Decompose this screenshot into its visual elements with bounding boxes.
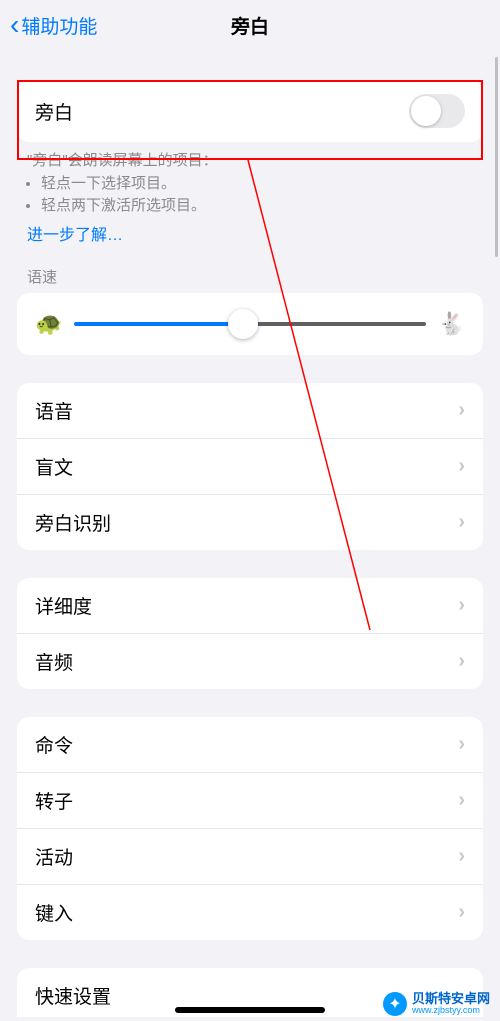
rabbit-icon: 🐇: [438, 311, 465, 337]
back-label: 辅助功能: [21, 12, 97, 39]
row-typing[interactable]: 键入 ›: [17, 884, 483, 940]
voiceover-label: 旁白: [35, 98, 73, 125]
header: ‹ 辅助功能 旁白: [0, 0, 500, 50]
desc-bullet: 轻点两下激活所选项目。: [41, 195, 473, 218]
desc-main: "旁白"会朗读屏幕上的项目：: [27, 150, 473, 173]
speed-slider-section: 🐢 🐇: [17, 293, 483, 355]
slider-thumb[interactable]: [228, 309, 258, 339]
row-braille[interactable]: 盲文 ›: [17, 438, 483, 494]
speed-label: 语速: [17, 248, 483, 293]
learn-more-link[interactable]: 进一步了解…: [27, 224, 123, 248]
page-title: 旁白: [231, 12, 269, 39]
back-button[interactable]: ‹ 辅助功能: [10, 11, 97, 39]
desc-bullet: 轻点一下选择项目。: [41, 173, 473, 196]
home-indicator[interactable]: [175, 1007, 325, 1013]
voiceover-toggle[interactable]: [409, 94, 465, 128]
group-verbosity: 详细度 › 音频 ›: [17, 578, 483, 689]
watermark-en: www.zjbstyy.com: [412, 1006, 490, 1016]
chevron-right-icon: ›: [458, 511, 465, 534]
chevron-right-icon: ›: [458, 789, 465, 812]
watermark-icon: ✦: [383, 992, 407, 1016]
toggle-knob: [411, 96, 441, 126]
watermark: ✦ 贝斯特安卓网 www.zjbstyy.com: [383, 992, 490, 1016]
voiceover-toggle-row[interactable]: 旁白: [17, 80, 483, 142]
tortoise-icon: 🐢: [35, 311, 62, 337]
row-activities[interactable]: 活动 ›: [17, 828, 483, 884]
chevron-right-icon: ›: [458, 594, 465, 617]
voiceover-toggle-section: 旁白: [17, 80, 483, 142]
row-voice[interactable]: 语音 ›: [17, 383, 483, 438]
row-voiceover-recognition[interactable]: 旁白识别 ›: [17, 494, 483, 550]
chevron-right-icon: ›: [458, 650, 465, 673]
row-audio[interactable]: 音频 ›: [17, 633, 483, 689]
chevron-right-icon: ›: [458, 399, 465, 422]
row-commands[interactable]: 命令 ›: [17, 717, 483, 772]
group-voice: 语音 › 盲文 › 旁白识别 ›: [17, 383, 483, 550]
watermark-cn: 贝斯特安卓网: [412, 992, 490, 1006]
row-verbosity[interactable]: 详细度 ›: [17, 578, 483, 633]
voiceover-description: "旁白"会朗读屏幕上的项目： 轻点一下选择项目。 轻点两下激活所选项目。 进一步…: [17, 142, 483, 248]
scrollbar[interactable]: [495, 57, 498, 257]
row-rotor[interactable]: 转子 ›: [17, 772, 483, 828]
chevron-right-icon: ›: [458, 455, 465, 478]
chevron-right-icon: ›: [458, 845, 465, 868]
group-commands: 命令 › 转子 › 活动 › 键入 ›: [17, 717, 483, 940]
speed-slider[interactable]: [74, 322, 425, 326]
chevron-left-icon: ‹: [10, 11, 19, 39]
chevron-right-icon: ›: [458, 901, 465, 924]
chevron-right-icon: ›: [458, 733, 465, 756]
